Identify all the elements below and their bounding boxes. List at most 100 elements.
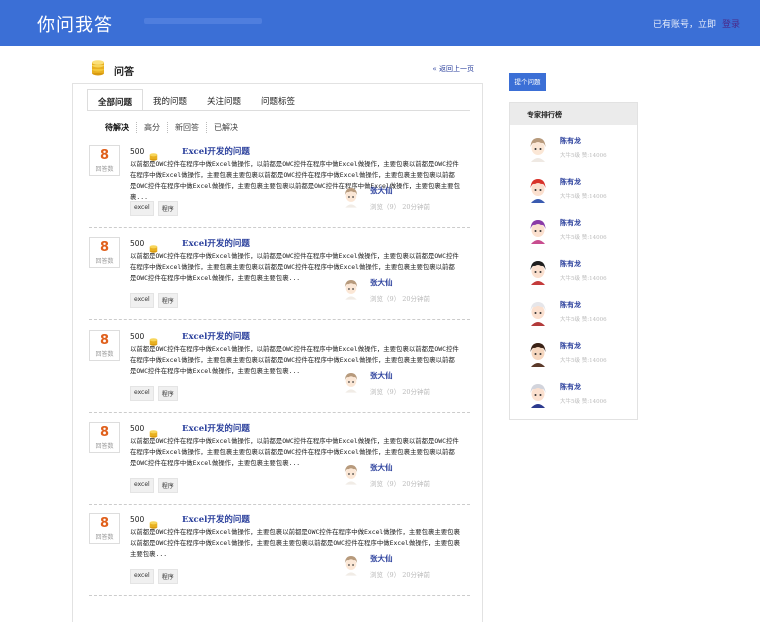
question-card: 8 回答数 500 Excel开发的问题 以前都是OWC控件在程序中做Excel做操作，…: [89, 144, 470, 228]
question-description: 以前都是OWC控件在程序中做Excel做操作，以前都是OWC控件在程序中做Exc…: [130, 345, 459, 375]
asker-name-link[interactable]: 张大仙: [370, 277, 393, 288]
filter-bar: 待解决 高分 新回答 已解决: [105, 122, 245, 133]
asker-avatar[interactable]: [342, 460, 360, 488]
ask-question-button[interactable]: 提个问题: [509, 73, 546, 91]
answer-count-label: 回答数: [95, 166, 114, 173]
question-meta: 浏览（9） 20分钟前: [370, 203, 430, 211]
question-title-link[interactable]: Excel开发的问题: [182, 422, 250, 434]
question-meta: 浏览（9） 20分钟前: [370, 388, 430, 396]
brand-tagline-placeholder: [144, 16, 262, 26]
expert-item: 陈有龙大牛5级 赞:14006: [527, 340, 632, 378]
questions-panel: 全部问题 我的问题 关注问题 问题标签 待解决 高分 新回答 已解决 8 回答数 5…: [72, 83, 483, 622]
expert-item: 陈有龙大牛5级 赞:14006: [527, 381, 632, 419]
expert-meta: 大牛5级 赞:14006: [560, 358, 607, 364]
expert-name-link[interactable]: 陈有龙: [560, 136, 581, 146]
expert-avatar[interactable]: [527, 217, 549, 245]
tag-chip[interactable]: 程序: [157, 386, 178, 401]
filter-new-answers[interactable]: 新回答: [167, 122, 206, 133]
site-brand[interactable]: 你问我答: [37, 11, 113, 37]
asker-avatar[interactable]: [342, 275, 360, 303]
login-link[interactable]: 登录: [722, 20, 740, 30]
expert-item: 陈有龙大牛5级 赞:14006: [527, 258, 632, 296]
coin-icon: [149, 331, 158, 346]
coin-stack-icon: [92, 60, 104, 76]
answer-count: 8: [99, 148, 110, 163]
answer-count-box: 8 回答数: [89, 237, 120, 268]
expert-name-link[interactable]: 陈有龙: [560, 177, 581, 187]
expert-meta: 大牛5级 赞:14006: [560, 153, 607, 159]
question-title-link[interactable]: Excel开发的问题: [182, 513, 250, 525]
question-meta: 浏览（9） 20分钟前: [370, 571, 430, 579]
answer-count-label: 回答数: [95, 351, 114, 358]
tab-question-tags[interactable]: 问题标签: [251, 89, 305, 111]
answer-count-label: 回答数: [95, 534, 114, 541]
tag-chip[interactable]: excel: [130, 293, 154, 308]
asker-name-link[interactable]: 张大仙: [370, 462, 393, 473]
top-bar: 你问我答 已有账号，立即 登录: [0, 0, 760, 46]
expert-avatar[interactable]: [527, 381, 549, 409]
answer-count: 8: [99, 516, 110, 531]
tag-chip[interactable]: excel: [130, 569, 154, 584]
coin-icon: [149, 514, 158, 529]
question-title-link[interactable]: Excel开发的问题: [182, 145, 250, 157]
reward-points: 500: [130, 147, 145, 156]
expert-avatar[interactable]: [527, 340, 549, 368]
expert-meta: 大牛5级 赞:14006: [560, 194, 607, 200]
tag-chip[interactable]: excel: [130, 386, 154, 401]
asker-name-link[interactable]: 张大仙: [370, 370, 393, 381]
asker-name-link[interactable]: 张大仙: [370, 553, 393, 564]
tag-chip[interactable]: excel: [130, 201, 154, 216]
question-card: 8 回答数 500 Excel开发的问题 以前都是OWC控件在程序中做Excel做操作，…: [89, 421, 470, 505]
expert-avatar[interactable]: [527, 258, 549, 286]
question-description: 以前都是OWC控件在程序中做Excel做操作，主要包裹以前都是OWC控件在程序中…: [130, 528, 460, 558]
asker-avatar[interactable]: [342, 183, 360, 211]
question-title-link[interactable]: Excel开发的问题: [182, 330, 250, 342]
answer-count: 8: [99, 333, 110, 348]
expert-meta: 大牛5级 赞:14006: [560, 276, 607, 282]
expert-name-link[interactable]: 陈有龙: [560, 300, 581, 310]
answer-count-box: 8 回答数: [89, 145, 120, 176]
answer-count-label: 回答数: [95, 443, 114, 450]
expert-item: 陈有龙 大牛5级 赞:14006: [527, 217, 632, 255]
question-tags: excel 程序: [130, 386, 182, 401]
asker-avatar[interactable]: [342, 368, 360, 396]
tag-chip[interactable]: 程序: [157, 201, 178, 216]
answer-count-box: 8 回答数: [89, 422, 120, 453]
question-title-link[interactable]: Excel开发的问题: [182, 237, 250, 249]
expert-avatar[interactable]: [527, 299, 549, 327]
login-prompt: 已有账号，立即: [652, 20, 716, 30]
coin-icon: [149, 238, 158, 253]
reward-points: 500: [130, 332, 145, 341]
expert-meta: 大牛5级 赞:14006: [560, 317, 607, 323]
expert-name-link[interactable]: 陈有龙: [560, 259, 581, 269]
back-link[interactable]: « 返回上一页: [432, 64, 474, 74]
expert-avatar[interactable]: [527, 135, 549, 163]
question-description: 以前都是OWC控件在程序中做Excel做操作，以前都是OWC控件在程序中做Exc…: [130, 437, 459, 467]
expert-item: 陈有龙大牛5级 赞:14006: [527, 135, 632, 173]
tag-chip[interactable]: excel: [130, 478, 154, 493]
expert-name-link[interactable]: 陈有龙: [560, 341, 581, 351]
asker-name-link[interactable]: 张大仙: [370, 185, 393, 196]
tab-all-questions[interactable]: 全部问题: [87, 89, 144, 111]
expert-item: 陈有龙大牛5级 赞:14006: [527, 299, 632, 337]
section-title: 问答: [114, 67, 134, 78]
filter-unsolved[interactable]: 待解决: [105, 122, 136, 133]
tab-divider: [87, 110, 470, 111]
expert-name-link[interactable]: 陈有龙: [560, 382, 581, 392]
answer-count: 8: [99, 240, 110, 255]
filter-solved[interactable]: 已解决: [206, 122, 245, 133]
expert-name-link[interactable]: 陈有龙: [560, 218, 581, 228]
answer-count-box: 8 回答数: [89, 513, 120, 544]
filter-high-score[interactable]: 高分: [136, 122, 167, 133]
tab-my-questions[interactable]: 我的问题: [143, 89, 197, 111]
tag-chip[interactable]: 程序: [157, 478, 178, 493]
question-meta: 浏览（9） 20分钟前: [370, 295, 430, 303]
question-tags: excel 程序: [130, 478, 182, 493]
tag-chip[interactable]: 程序: [157, 569, 178, 584]
tag-chip[interactable]: 程序: [157, 293, 178, 308]
expert-avatar[interactable]: [527, 176, 549, 204]
expert-meta: 大牛5级 赞:14006: [560, 399, 607, 405]
question-tags: excel 程序: [130, 293, 182, 308]
tab-followed-questions[interactable]: 关注问题: [197, 89, 251, 111]
asker-avatar[interactable]: [342, 551, 360, 579]
